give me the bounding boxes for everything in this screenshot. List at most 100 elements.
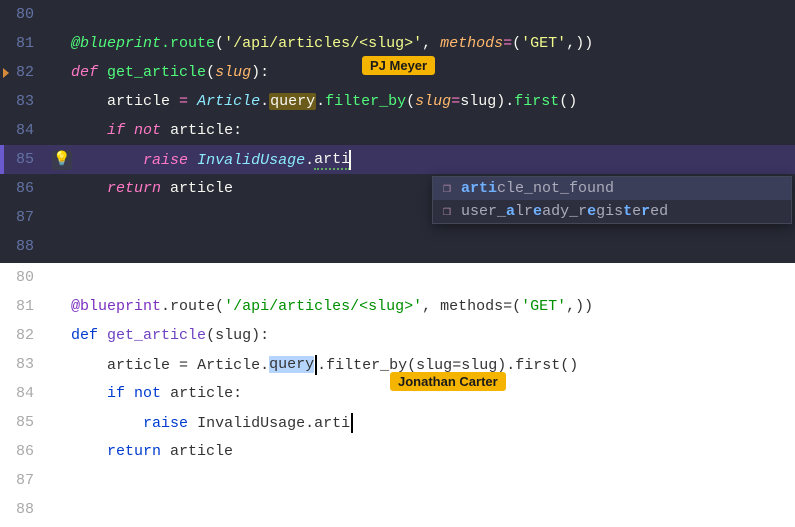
code-line[interactable]: 84 if not article: [0,116,795,145]
function-name: get_article [107,64,206,81]
collaborator-cursor-label[interactable]: Jonathan Carter [390,372,506,391]
autocomplete-label: article_not_found [461,180,614,197]
code-line[interactable]: 85 raise InvalidUsage.arti [0,408,795,437]
method-call: first [514,93,559,110]
line-number: 82 [0,327,44,344]
code-line[interactable]: 82 def get_article(slug): [0,321,795,350]
variable: article [107,93,170,110]
incomplete-identifier: arti [314,414,350,431]
keyword: raise [143,151,188,168]
code-content: raise InvalidUsage.arti [44,150,795,170]
code-line[interactable]: 82 def get_article(slug): PJ Meyer [0,58,795,87]
line-number: 84 [0,122,44,139]
method-call: .route [161,298,215,315]
text-caret [351,413,353,433]
code-content: @blueprint.route('/api/articles/<slug>',… [44,298,795,315]
keyword: not [134,122,161,139]
decorator: @blueprint [71,298,161,315]
kwarg: methods [440,298,503,315]
variable: slug [460,93,496,110]
autocomplete-item[interactable]: ❒ user_already_registered [433,200,791,223]
decorator: @blueprint [71,35,161,52]
symbol-icon: ❒ [439,204,455,220]
method-call: filter_by [326,356,407,373]
string-literal: '/api/articles/<slug>' [224,35,422,52]
keyword: if [107,385,125,402]
code-line[interactable]: 80 [0,263,795,292]
method-call: first [515,356,560,373]
kwarg: slug [416,356,452,373]
code-content: article = Article.query.filter_by(slug=s… [44,93,795,110]
class-name: Article [197,93,260,110]
editor-dark-theme: 80 81 @blueprint.route('/api/articles/<s… [0,0,795,263]
symbol-icon: ❒ [439,181,455,197]
keyword: not [134,385,161,402]
code-line[interactable]: 80 [0,0,795,29]
method-call: .route [161,35,215,52]
kwarg: methods [440,35,503,52]
variable: article [170,443,233,460]
kwarg: slug [415,93,451,110]
parameter: slug [215,64,251,81]
code-line-active[interactable]: 85 💡 raise InvalidUsage.arti [0,145,795,174]
code-content: if not article: [44,122,795,139]
collaborator-selection: query [269,93,316,110]
property: query [269,356,314,373]
code-line[interactable]: 83 article = Article.query.filter_by(slu… [0,87,795,116]
parameter: slug [215,327,251,344]
line-number: 81 [0,298,44,315]
variable: slug [461,356,497,373]
line-number: 86 [0,443,44,460]
line-number: 86 [0,180,44,197]
autocomplete-label: user_already_registered [461,203,668,220]
text-caret [349,150,351,170]
line-number: 88 [0,501,44,518]
class-name: Article [197,356,260,373]
variable: article [107,356,170,373]
line-number: 84 [0,385,44,402]
code-line[interactable]: 81 @blueprint.route('/api/articles/<slug… [0,29,795,58]
line-number: 83 [0,356,44,373]
property: query [270,93,315,110]
editor-light-theme: 80 81 @blueprint.route('/api/articles/<s… [0,263,795,527]
method-call: filter_by [325,93,406,110]
autocomplete-item-selected[interactable]: ❒ article_not_found [433,177,791,200]
variable: article [170,385,233,402]
line-number: 80 [0,6,44,23]
keyword: return [107,180,161,197]
code-line[interactable]: 88 [0,232,795,261]
line-number: 87 [0,209,44,226]
class-name: InvalidUsage [197,151,305,168]
autocomplete-popup[interactable]: ❒ article_not_found ❒ user_already_regis… [432,176,792,224]
code-line[interactable]: 88 [0,495,795,524]
collaborator-cursor-label[interactable]: PJ Meyer [362,56,435,75]
class-name: InvalidUsage [197,414,305,431]
string-literal: '/api/articles/<slug>' [224,298,422,315]
code-content: raise InvalidUsage.arti [44,413,795,433]
variable: article [170,180,233,197]
code-content: def get_article(slug): [44,327,795,344]
variable: article [170,122,233,139]
line-number: 80 [0,269,44,286]
function-name: get_article [107,327,206,344]
line-number: 87 [0,472,44,489]
code-content: @blueprint.route('/api/articles/<slug>',… [44,35,795,52]
collaborator-selection: query [269,356,314,373]
line-number: 88 [0,238,44,255]
line-number: 83 [0,93,44,110]
breakpoint-icon[interactable] [3,68,9,78]
string-literal: 'GET' [521,298,566,315]
keyword: return [107,443,161,460]
keyword: def [71,64,98,81]
keyword: def [71,327,98,344]
code-line[interactable]: 81 @blueprint.route('/api/articles/<slug… [0,292,795,321]
incomplete-identifier: arti [314,151,350,170]
string-literal: 'GET' [521,35,566,52]
code-line[interactable]: 87 [0,466,795,495]
line-number: 81 [0,35,44,52]
code-line[interactable]: 86 return article [0,437,795,466]
code-line[interactable]: 83 article = Article.query.filter_by(slu… [0,350,795,379]
code-content: return article [44,443,795,460]
line-number: 85 [0,414,44,431]
gutter-highlight [0,145,4,174]
